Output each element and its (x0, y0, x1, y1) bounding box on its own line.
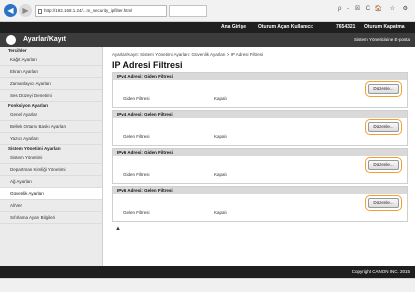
sidebar-item-general-settings[interactable]: Genel Ayarlar (0, 109, 102, 121)
arrow-left-icon: ◀ (7, 6, 14, 15)
filter-status: Kapalı (214, 96, 227, 101)
edit-button[interactable]: Düzenle... (365, 119, 402, 135)
back-button[interactable]: ◀ (4, 4, 17, 17)
ipv4-outbound-panel: IPv4 Adresi: Giden Filtresi Giden Filtre… (112, 72, 408, 108)
ipv6-outbound-panel: IPv6 Adresi: Giden Filtresi Giden Filtre… (112, 148, 408, 184)
ipv6-inbound-panel: IPv6 Adresi: Gelen Filtresi Gelen Filtre… (112, 186, 408, 222)
sidebar-item-memory-media-print[interactable]: Bellek Ortamı Baskı Ayarları (0, 121, 102, 133)
up-triangle-icon[interactable]: ▲ (115, 226, 121, 232)
sidebar-section-preferences: Tercihler (8, 48, 27, 53)
logged-in-user-id: 7654321 (336, 24, 356, 30)
panel-header: IPv4 Adresi: Gelen Filtresi (113, 111, 407, 118)
app-header: Ayarlar/Kayıt Sistem Yöneticisine E-post… (0, 33, 415, 47)
filter-status: Kapalı (214, 210, 227, 215)
panel-header: IPv4 Adresi: Giden Filtresi (113, 73, 407, 80)
canon-logo-icon (6, 35, 16, 45)
sidebar-item-import-export[interactable]: Al/Ver (0, 200, 102, 212)
sidebar-item-display-settings[interactable]: Ekran Ayarları (0, 66, 102, 78)
email-admin-link[interactable]: Sistem Yöneticisine E-posta (354, 37, 410, 42)
edit-button[interactable]: Düzenle... (365, 157, 402, 173)
sidebar-item-printer-settings[interactable]: Yazıcı Ayarları (0, 133, 102, 145)
edit-button[interactable]: Düzenle... (365, 195, 402, 211)
panel-header: IPv6 Adresi: Gelen Filtresi (113, 187, 407, 194)
app-title: Ayarlar/Kayıt (23, 36, 66, 43)
sidebar-section-function-settings: Fonksiyon Ayarları (8, 103, 49, 108)
sidebar-item-system-management[interactable]: Sistem Yönetimi (0, 152, 102, 164)
logout-link[interactable]: Oturum Kapatma (364, 24, 405, 30)
footer: Copyright CANON INC. 2015 (0, 266, 415, 278)
sidebar: Tercihler Kağıt Ayarları Ekran Ayarları … (0, 47, 103, 266)
sidebar-item-network-settings[interactable]: Ağ Ayarları (0, 176, 102, 188)
sidebar-item-department-id[interactable]: Departman Kimliği Yönetimi (0, 164, 102, 176)
filter-label: Giden Filtresi (123, 96, 150, 101)
browser-controls[interactable]: 🏠 ☆ ⚙ (374, 5, 411, 12)
copyright-text: Copyright CANON INC. 2015 (351, 269, 410, 274)
page-icon (38, 9, 42, 14)
sidebar-item-reset-info[interactable]: Sıfırlama Ayarı Bilgileri (0, 212, 102, 224)
main-content: Ayarlar/Kayıt: Sistem Yönetimi Ayarları:… (112, 52, 411, 222)
edit-button[interactable]: Düzenle... (365, 81, 402, 97)
sidebar-section-system-management: Sistem Yönetimi Ayarları (8, 146, 61, 151)
browser-tab[interactable] (169, 5, 207, 17)
top-bar: Ana Girişe Oturum Açan Kullanıcı: 765432… (0, 22, 415, 33)
page-title: IP Adresi Filtresi (112, 60, 183, 70)
filter-label: Gelen Filtresi (123, 210, 150, 215)
filter-label: Gelen Filtresi (123, 134, 150, 139)
sidebar-item-paper-settings[interactable]: Kağıt Ayarları (0, 54, 102, 66)
sidebar-item-volume-control[interactable]: Ses Düzeyi Denetimi (0, 90, 102, 102)
arrow-right-icon: ▶ (22, 6, 29, 15)
ipv4-inbound-panel: IPv4 Adresi: Gelen Filtresi Gelen Filtre… (112, 110, 408, 146)
panel-header: IPv6 Adresi: Giden Filtresi (113, 149, 407, 156)
sidebar-item-security-settings[interactable]: Güvenlik Ayarları (0, 188, 102, 200)
logged-in-user-label: Oturum Açan Kullanıcı: (258, 24, 314, 30)
filter-status: Kapalı (214, 172, 227, 177)
forward-button[interactable]: ▶ (19, 4, 32, 17)
home-link[interactable]: Ana Girişe (221, 24, 246, 30)
filter-status: Kapalı (214, 134, 227, 139)
address-url: http://192.168.1.24/...m_security_ipfilt… (44, 8, 133, 13)
breadcrumb: Ayarlar/Kayıt: Sistem Yönetimi Ayarları:… (112, 52, 264, 57)
horizontal-scrollbar[interactable] (0, 278, 415, 292)
sidebar-item-timer-settings[interactable]: Zamanlayıcı Ayarları (0, 78, 102, 90)
filter-label: Giden Filtresi (123, 172, 150, 177)
address-tools[interactable]: ρ - ☒ C (338, 5, 372, 12)
browser-toolbar: ◀ ▶ http://192.168.1.24/...m_security_ip… (0, 0, 415, 22)
address-bar[interactable]: http://192.168.1.24/...m_security_ipfilt… (35, 5, 167, 17)
